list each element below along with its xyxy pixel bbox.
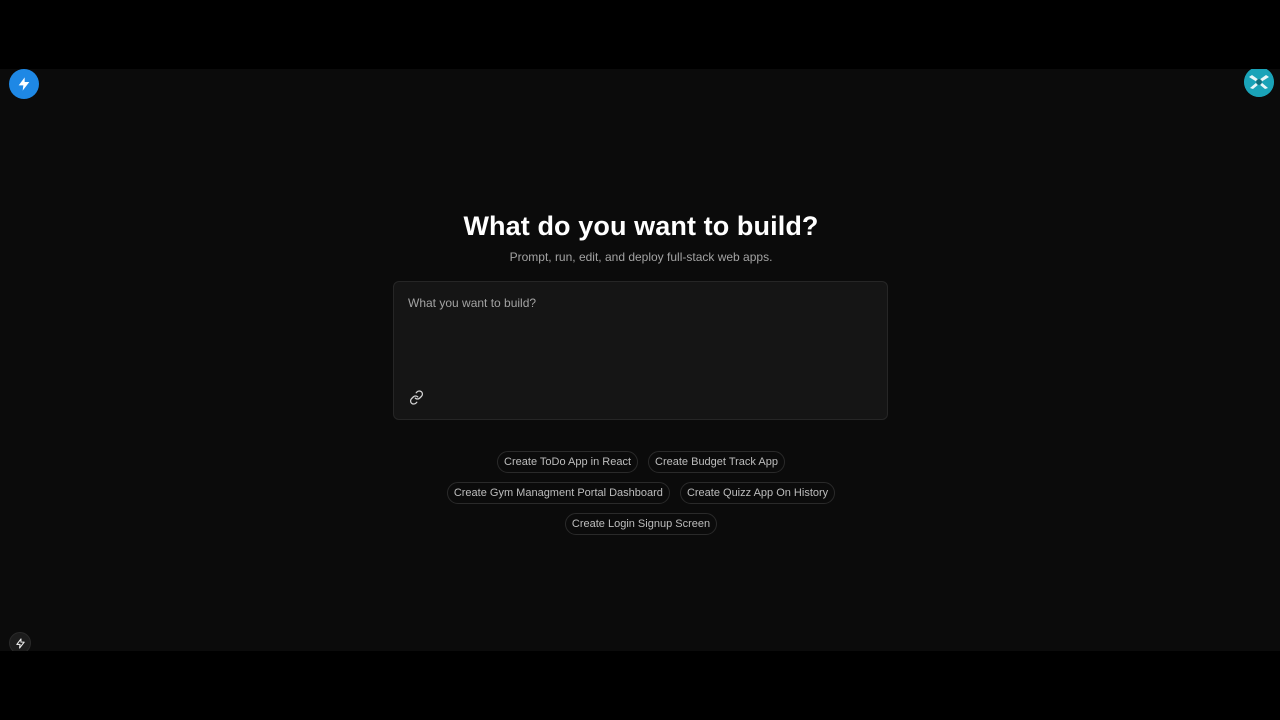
lightning-bolt-icon <box>18 77 30 91</box>
suggestion-chip-budget[interactable]: Create Budget Track App <box>648 451 785 473</box>
suggestion-list: Create ToDo App in React Create Budget T… <box>390 451 892 535</box>
page-title: What do you want to build? <box>463 211 819 241</box>
lightning-bolt-icon <box>15 637 25 649</box>
prompt-box <box>393 281 888 420</box>
user-avatar-icon <box>1244 69 1274 97</box>
suggestion-chip-todo[interactable]: Create ToDo App in React <box>497 451 639 473</box>
prompt-input[interactable] <box>408 296 873 376</box>
letterbox-bottom <box>0 651 1280 720</box>
logo-button[interactable] <box>9 69 39 99</box>
suggestion-chip-quiz[interactable]: Create Quizz App On History <box>679 482 836 504</box>
app-viewport: What do you want to build? Prompt, run, … <box>0 69 1280 651</box>
bottom-menu-button[interactable] <box>9 632 31 651</box>
attach-link-button[interactable] <box>407 388 425 406</box>
link-icon <box>409 389 423 405</box>
page-subtitle: Prompt, run, edit, and deploy full-stack… <box>509 250 773 264</box>
suggestion-chip-gym[interactable]: Create Gym Managment Portal Dashboard <box>446 482 670 504</box>
user-avatar[interactable] <box>1244 69 1274 97</box>
suggestion-chip-login[interactable]: Create Login Signup Screen <box>564 513 718 535</box>
letterbox-top <box>0 0 1280 69</box>
